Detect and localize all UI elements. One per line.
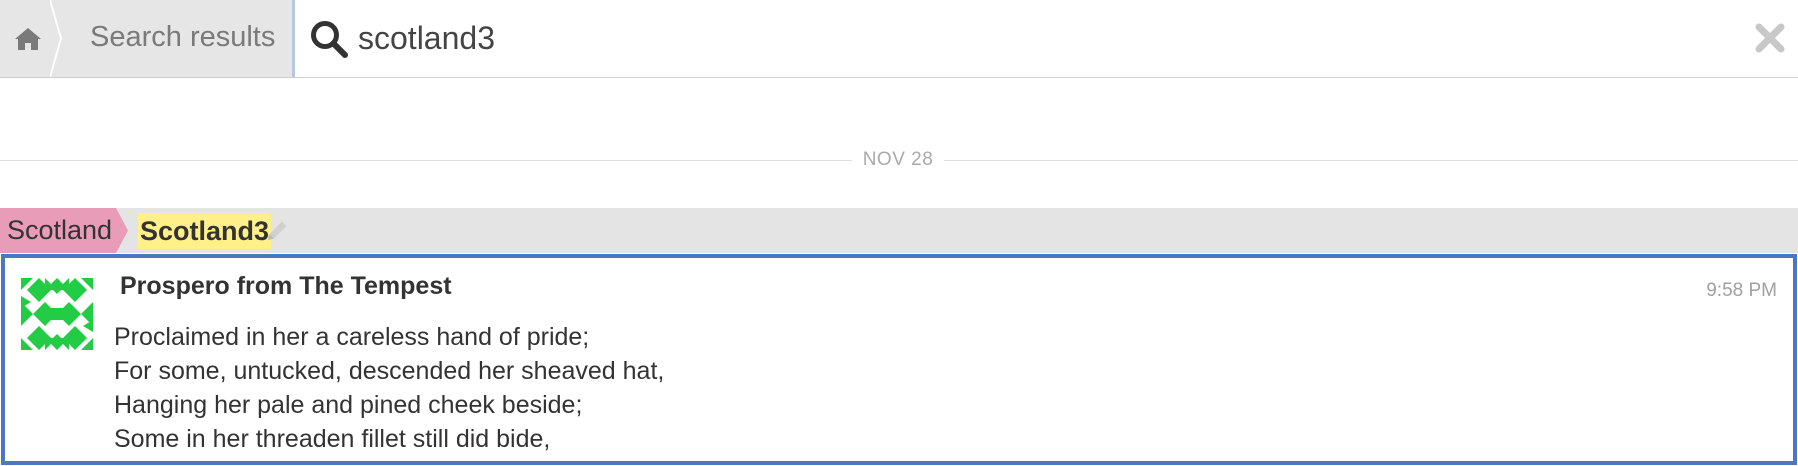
avatar[interactable] — [21, 278, 93, 350]
message-content: Proclaimed in her a careless hand of pri… — [114, 320, 664, 456]
breadcrumb-search-results[interactable]: Search results — [90, 0, 275, 77]
divider-line — [944, 160, 1798, 161]
message-time[interactable]: 9:58 PM — [1706, 280, 1777, 302]
search-input[interactable] — [358, 10, 1728, 66]
message-line: For some, untucked, descended her sheave… — [114, 357, 665, 385]
date-label: NOV 28 — [862, 149, 934, 170]
stream-link[interactable]: Scotland — [0, 208, 128, 253]
breadcrumb: Search results — [0, 0, 292, 77]
close-icon[interactable] — [1752, 20, 1788, 56]
search-icon — [311, 21, 348, 58]
message-line: Proclaimed in her a careless hand of pri… — [114, 323, 590, 351]
sender-name[interactable]: Prospero from The Tempest — [120, 272, 452, 301]
breadcrumb-separator — [50, 0, 62, 77]
pencil-icon[interactable] — [264, 218, 290, 244]
stream-name: Scotland — [7, 215, 113, 245]
message[interactable]: Prospero from The Tempest 9:58 PM Procla… — [1, 254, 1797, 465]
topic-name[interactable]: Scotland3 — [138, 213, 272, 249]
message-line: Some in her threaden fillet still did bi… — [114, 425, 551, 453]
divider-line — [0, 160, 852, 161]
date-divider: NOV 28 — [0, 150, 1798, 170]
home-button[interactable] — [0, 0, 56, 77]
home-icon — [15, 27, 41, 50]
message-line: Hanging her pale and pined cheek beside; — [114, 391, 583, 419]
search-accent-bar — [292, 0, 295, 77]
top-bar: Search results — [0, 0, 1798, 78]
